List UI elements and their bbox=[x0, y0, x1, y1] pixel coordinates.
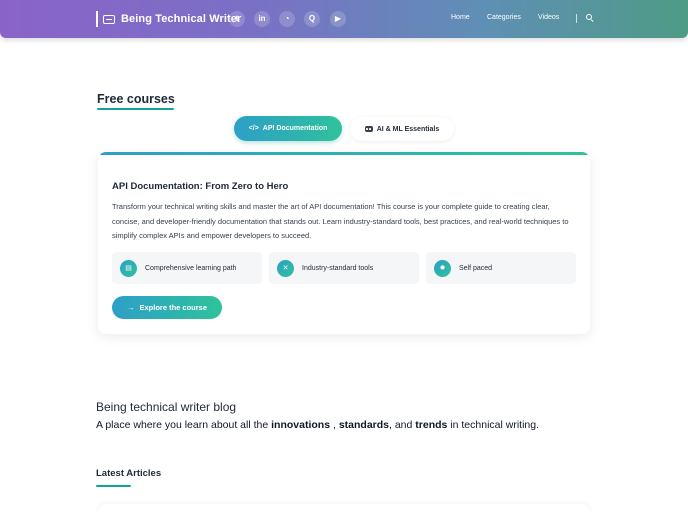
tab-ai-ml-essentials[interactable]: AI & ML Essentials bbox=[350, 117, 454, 141]
book-icon: ▤ bbox=[120, 259, 137, 277]
search-icon[interactable] bbox=[586, 14, 594, 23]
heading-underline bbox=[96, 485, 131, 487]
blog-heading: Being technical writer blog bbox=[96, 400, 237, 414]
feature-learning-path: ▤ Comprehensive learning path bbox=[112, 252, 262, 284]
course-card: API Documentation: From Zero to Hero Tra… bbox=[98, 152, 590, 334]
feature-self-paced: ✹ Self paced bbox=[426, 252, 576, 284]
blog-tagline: A place where you learn about all the in… bbox=[96, 419, 539, 431]
article-card[interactable] bbox=[98, 504, 590, 512]
tab-api-documentation[interactable]: </> API Documentation bbox=[234, 116, 342, 141]
nav-videos[interactable]: Videos bbox=[538, 14, 559, 21]
heading-underline bbox=[97, 108, 174, 110]
brand-title: Being Technical Writer bbox=[121, 13, 242, 25]
arrow-right-icon: → bbox=[126, 303, 135, 312]
brand-logo-link[interactable]: Being Technical Writer bbox=[96, 11, 241, 27]
nav-divider bbox=[576, 14, 577, 23]
feature-label: Comprehensive learning path bbox=[145, 264, 237, 272]
course-title: API Documentation: From Zero to Hero bbox=[112, 181, 289, 192]
github-icon[interactable]: ◔ bbox=[279, 11, 295, 27]
site-header: Being Technical Writer t in ◔ Q ▶ Home C… bbox=[0, 0, 688, 38]
brand-accent-bar bbox=[96, 11, 98, 27]
cta-label: Explore the course bbox=[139, 303, 208, 312]
twitter-icon[interactable]: t bbox=[229, 11, 245, 27]
free-courses-heading: Free courses bbox=[97, 92, 175, 106]
keyboard-icon bbox=[103, 14, 115, 24]
robot-icon bbox=[364, 126, 373, 132]
code-icon: </> bbox=[248, 125, 259, 132]
course-description: Transform your technical writing skills … bbox=[112, 202, 569, 240]
tools-icon: ✕ bbox=[277, 259, 294, 277]
card-accent-bar bbox=[98, 152, 590, 155]
feature-label: Industry-standard tools bbox=[302, 264, 374, 272]
quora-icon[interactable]: Q bbox=[304, 11, 320, 27]
tab-label: AI & ML Essentials bbox=[376, 125, 440, 133]
latest-articles-heading: Latest Articles bbox=[96, 468, 162, 479]
feature-label: Self paced bbox=[459, 264, 493, 272]
feature-tools: ✕ Industry-standard tools bbox=[269, 252, 419, 284]
youtube-icon[interactable]: ▶ bbox=[330, 11, 346, 27]
tab-label: API Documentation bbox=[262, 125, 328, 132]
nav-home[interactable]: Home bbox=[451, 14, 470, 21]
explore-course-button[interactable]: → Explore the course bbox=[112, 296, 222, 319]
gear-icon: ✹ bbox=[434, 259, 451, 277]
linkedin-icon[interactable]: in bbox=[254, 11, 270, 27]
nav-categories[interactable]: Categories bbox=[487, 14, 521, 21]
